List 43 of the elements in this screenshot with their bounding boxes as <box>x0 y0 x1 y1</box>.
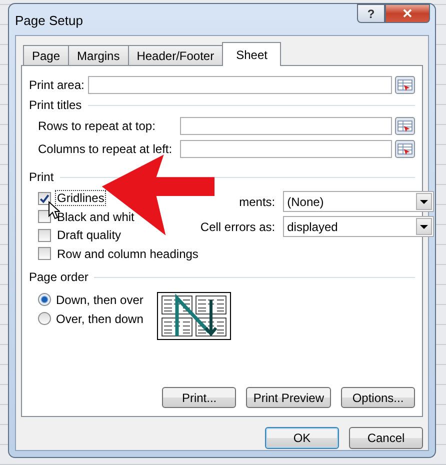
checkbox[interactable] <box>38 192 51 205</box>
input-field[interactable] <box>180 116 392 134</box>
caret-icon <box>420 224 428 228</box>
dialog-button[interactable]: OK <box>265 427 339 449</box>
range-select-icon[interactable] <box>395 116 415 134</box>
dropdown[interactable]: (None) <box>283 191 434 212</box>
checkbox[interactable] <box>38 247 51 260</box>
group-heading: Page order <box>29 270 88 284</box>
dialog-button[interactable]: Cancel <box>349 427 423 449</box>
group-heading: Print titles <box>29 98 82 112</box>
checkbox-label[interactable]: Gridlines <box>55 190 106 206</box>
group-heading: Print <box>29 170 54 184</box>
tab[interactable]: Sheet <box>222 42 282 66</box>
tab[interactable]: Margins <box>68 45 129 65</box>
help-button[interactable]: ? <box>357 4 385 23</box>
checkbox-label[interactable]: Black and whit <box>55 208 136 225</box>
dropdown-label: ments: <box>238 194 276 208</box>
dropdown-label: Cell errors as: <box>200 220 276 234</box>
caret-icon <box>420 200 428 204</box>
mouse-cursor-icon <box>48 201 60 220</box>
tab[interactable]: Page <box>23 45 70 65</box>
radio-button[interactable] <box>38 293 51 306</box>
close-button[interactable]: ✕ <box>385 4 430 23</box>
page-order-preview-icon <box>157 292 231 340</box>
input-field[interactable] <box>88 76 392 94</box>
checkbox[interactable] <box>38 228 51 242</box>
radio-label[interactable]: Down, then over <box>56 292 144 306</box>
field-label: Print area: <box>29 78 84 92</box>
radio-label[interactable]: Over, then down <box>56 312 144 326</box>
field-label: Rows to repeat at top: <box>37 118 156 132</box>
radio-button[interactable] <box>38 312 51 325</box>
window-title: Page Setup <box>15 13 83 28</box>
input-field[interactable] <box>180 140 392 158</box>
checkbox-label[interactable]: Draft quality <box>55 227 124 244</box>
tab[interactable]: Header/Footer <box>128 45 224 65</box>
field-label: Columns to repeat at left: <box>37 142 174 156</box>
range-select-icon[interactable] <box>395 76 415 94</box>
checkbox-label[interactable]: Row and column headings <box>55 246 200 262</box>
range-select-icon[interactable] <box>395 140 415 158</box>
dialog-button[interactable]: Print Preview <box>246 387 331 408</box>
dialog-button[interactable]: Print... <box>162 387 236 408</box>
dropdown[interactable]: displayed <box>283 216 434 237</box>
dialog-button[interactable]: Options... <box>341 387 415 408</box>
